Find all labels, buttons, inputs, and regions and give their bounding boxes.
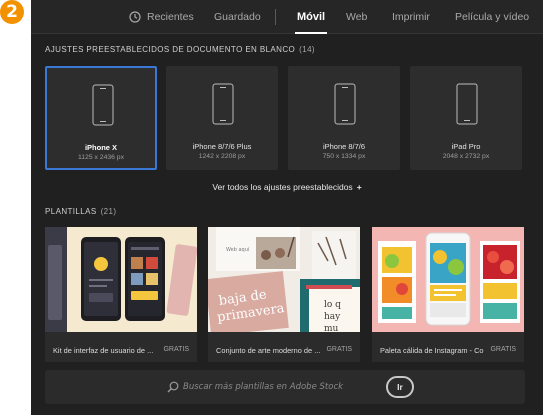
stock-search-bar: Ir [45,370,525,404]
thumb-text: Web aquí [226,246,250,253]
category-tab-bar: Recientes Guardado Móvil Web Imprimir Pe… [31,0,543,34]
preset-size: 1125 x 2436 px [78,154,124,161]
tab-divider [275,9,276,25]
search-icon [167,381,179,393]
preset-name: iPad Pro [451,142,481,151]
preset-name: iPhone X [84,143,118,152]
preset-card-ipad-pro[interactable]: iPad Pro 2048 x 2732 px [410,66,522,170]
template-thumbnail [372,227,524,332]
stock-search-input[interactable] [183,378,373,396]
template-thumbnail [45,227,197,332]
plus-icon: + [356,182,362,192]
preset-name: iPhone 8/7/6 [322,142,366,151]
template-label: Kit de interfaz de usuario de ... [53,346,154,355]
presets-section-title: AJUSTES PREESTABLECIDOS DE DOCUMENTO EN … [45,45,315,54]
presets-count: (14) [299,45,315,54]
tab-web[interactable]: Web [346,0,367,34]
phone-icon [92,84,114,126]
tab-guardado[interactable]: Guardado [214,0,261,34]
thumb-text: mu [324,324,339,332]
clock-icon [129,11,141,23]
template-card-modern-art[interactable]: Web aquí baja de primavera lo q hay mu C… [208,227,360,362]
presets-title-text: AJUSTES PREESTABLECIDOS DE DOCUMENTO EN … [45,45,296,54]
tablet-icon [456,83,478,125]
template-thumbnail: Web aquí baja de primavera lo q hay mu [208,227,360,332]
phone-icon [334,83,356,125]
phone-icon [212,83,234,125]
preset-card-iphone-8[interactable]: iPhone 8/7/6 750 x 1334 px [288,66,400,170]
preset-name: iPhone 8/7/6 Plus [192,142,252,151]
template-label: Paleta cálida de Instagram - Co... [380,346,484,355]
step-number-badge: 2 [0,0,24,24]
template-free-badge: GRATIS [326,346,352,353]
tab-imprimir[interactable]: Imprimir [392,0,430,34]
preset-size: 2048 x 2732 px [442,153,490,160]
preset-card-iphone-x[interactable]: iPhone X 1125 x 2436 px [45,66,157,170]
tab-pelicula-video[interactable]: Película y vídeo [455,0,529,34]
see-all-presets-link[interactable]: Ver todos los ajustes preestablecidos + [31,182,543,192]
template-card-instagram-palette[interactable]: Paleta cálida de Instagram - Co... GRATI… [372,227,524,362]
search-go-button[interactable]: Ir [386,376,414,398]
template-label: Conjunto de arte moderno de ... [216,346,320,355]
tab-movil[interactable]: Móvil [294,0,328,34]
tab-recientes[interactable]: Recientes [129,0,194,34]
templates-count: (21) [100,207,117,216]
thumb-text: hay [324,312,341,322]
tab-recientes-label: Recientes [147,11,194,23]
thumb-text: lo q [324,300,341,310]
new-document-panel: Recientes Guardado Móvil Web Imprimir Pe… [31,0,543,415]
see-all-label: Ver todos los ajustes preestablecidos [212,182,353,192]
preset-size: 1242 x 2208 px [198,153,246,160]
templates-title-text: PLANTILLAS [45,207,97,216]
template-card-ui-kit[interactable]: Kit de interfaz de usuario de ... GRATIS [45,227,197,362]
template-free-badge: GRATIS [163,346,189,353]
preset-card-iphone-8-plus[interactable]: iPhone 8/7/6 Plus 1242 x 2208 px [166,66,278,170]
preset-size: 750 x 1334 px [322,153,366,160]
template-free-badge: GRATIS [490,346,516,353]
templates-section-title: PLANTILLAS (21) [45,207,116,216]
